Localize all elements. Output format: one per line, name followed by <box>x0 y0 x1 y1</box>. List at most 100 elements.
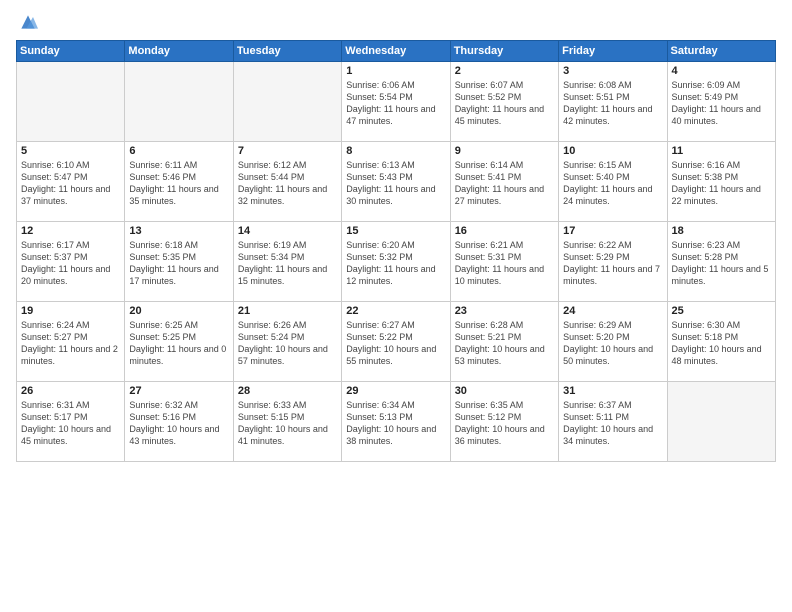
day-number: 26 <box>21 385 120 397</box>
day-info: Sunrise: 6:10 AMSunset: 5:47 PMDaylight:… <box>21 159 120 208</box>
day-info: Sunrise: 6:14 AMSunset: 5:41 PMDaylight:… <box>455 159 554 208</box>
day-info: Sunrise: 6:24 AMSunset: 5:27 PMDaylight:… <box>21 319 120 368</box>
day-number: 30 <box>455 385 554 397</box>
calendar-cell <box>667 382 775 462</box>
day-info: Sunrise: 6:29 AMSunset: 5:20 PMDaylight:… <box>563 319 662 368</box>
calendar-header-tuesday: Tuesday <box>233 41 341 62</box>
day-number: 29 <box>346 385 445 397</box>
day-number: 1 <box>346 65 445 77</box>
day-number: 18 <box>672 225 771 237</box>
day-info: Sunrise: 6:34 AMSunset: 5:13 PMDaylight:… <box>346 399 445 448</box>
day-info: Sunrise: 6:23 AMSunset: 5:28 PMDaylight:… <box>672 239 771 288</box>
day-number: 13 <box>129 225 228 237</box>
calendar-header-row: SundayMondayTuesdayWednesdayThursdayFrid… <box>17 41 776 62</box>
day-info: Sunrise: 6:28 AMSunset: 5:21 PMDaylight:… <box>455 319 554 368</box>
day-info: Sunrise: 6:13 AMSunset: 5:43 PMDaylight:… <box>346 159 445 208</box>
calendar-cell: 29 Sunrise: 6:34 AMSunset: 5:13 PMDayligh… <box>342 382 450 462</box>
day-info: Sunrise: 6:37 AMSunset: 5:11 PMDaylight:… <box>563 399 662 448</box>
day-number: 11 <box>672 145 771 157</box>
day-info: Sunrise: 6:33 AMSunset: 5:15 PMDaylight:… <box>238 399 337 448</box>
calendar-cell: 20 Sunrise: 6:25 AMSunset: 5:25 PMDayligh… <box>125 302 233 382</box>
calendar-cell: 19 Sunrise: 6:24 AMSunset: 5:27 PMDayligh… <box>17 302 125 382</box>
day-number: 21 <box>238 305 337 317</box>
day-info: Sunrise: 6:08 AMSunset: 5:51 PMDaylight:… <box>563 79 662 128</box>
calendar-cell: 23 Sunrise: 6:28 AMSunset: 5:21 PMDayligh… <box>450 302 558 382</box>
calendar-cell: 15Sunrise: 6:20 AMSunset: 5:32 PMDayligh… <box>342 222 450 302</box>
day-info: Sunrise: 6:25 AMSunset: 5:25 PMDaylight:… <box>129 319 228 368</box>
calendar-week-row: 1 Sunrise: 6:06 AMSunset: 5:54 PMDaylight… <box>17 62 776 142</box>
day-number: 27 <box>129 385 228 397</box>
calendar-cell: 2 Sunrise: 6:07 AMSunset: 5:52 PMDaylight… <box>450 62 558 142</box>
calendar-cell: 9 Sunrise: 6:14 AMSunset: 5:41 PMDaylight… <box>450 142 558 222</box>
calendar-page: SundayMondayTuesdayWednesdayThursdayFrid… <box>0 0 792 612</box>
calendar-cell: 11 Sunrise: 6:16 AMSunset: 5:38 PMDayligh… <box>667 142 775 222</box>
calendar-cell <box>17 62 125 142</box>
day-info: Sunrise: 6:26 AMSunset: 5:24 PMDaylight:… <box>238 319 337 368</box>
day-number: 25 <box>672 305 771 317</box>
calendar-cell: 4Sunrise: 6:09 AMSunset: 5:49 PMDaylight… <box>667 62 775 142</box>
day-info: Sunrise: 6:11 AMSunset: 5:46 PMDaylight:… <box>129 159 228 208</box>
day-number: 15 <box>346 225 445 237</box>
day-number: 8 <box>346 145 445 157</box>
day-number: 24 <box>563 305 662 317</box>
calendar-cell: 8 Sunrise: 6:13 AMSunset: 5:43 PMDaylight… <box>342 142 450 222</box>
calendar-header-wednesday: Wednesday <box>342 41 450 62</box>
day-number: 12 <box>21 225 120 237</box>
calendar-cell: 6 Sunrise: 6:11 AMSunset: 5:46 PMDaylight… <box>125 142 233 222</box>
calendar-cell: 22 Sunrise: 6:27 AMSunset: 5:22 PMDayligh… <box>342 302 450 382</box>
calendar-header-sunday: Sunday <box>17 41 125 62</box>
day-number: 2 <box>455 65 554 77</box>
day-info: Sunrise: 6:15 AMSunset: 5:40 PMDaylight:… <box>563 159 662 208</box>
calendar-cell: 10Sunrise: 6:15 AMSunset: 5:40 PMDayligh… <box>559 142 667 222</box>
calendar-cell: 30Sunrise: 6:35 AMSunset: 5:12 PMDayligh… <box>450 382 558 462</box>
calendar-week-row: 5Sunrise: 6:10 AMSunset: 5:47 PMDaylight… <box>17 142 776 222</box>
day-number: 28 <box>238 385 337 397</box>
logo-icon <box>18 12 38 32</box>
day-number: 19 <box>21 305 120 317</box>
day-info: Sunrise: 6:17 AMSunset: 5:37 PMDaylight:… <box>21 239 120 288</box>
header <box>16 12 776 32</box>
day-info: Sunrise: 6:27 AMSunset: 5:22 PMDaylight:… <box>346 319 445 368</box>
calendar-cell: 3Sunrise: 6:08 AMSunset: 5:51 PMDaylight… <box>559 62 667 142</box>
day-info: Sunrise: 6:21 AMSunset: 5:31 PMDaylight:… <box>455 239 554 288</box>
day-info: Sunrise: 6:16 AMSunset: 5:38 PMDaylight:… <box>672 159 771 208</box>
day-info: Sunrise: 6:18 AMSunset: 5:35 PMDaylight:… <box>129 239 228 288</box>
calendar-header-friday: Friday <box>559 41 667 62</box>
calendar-cell: 28 Sunrise: 6:33 AMSunset: 5:15 PMDayligh… <box>233 382 341 462</box>
day-info: Sunrise: 6:22 AMSunset: 5:29 PMDaylight:… <box>563 239 662 288</box>
day-number: 23 <box>455 305 554 317</box>
day-info: Sunrise: 6:32 AMSunset: 5:16 PMDaylight:… <box>129 399 228 448</box>
day-number: 22 <box>346 305 445 317</box>
calendar-cell: 24 Sunrise: 6:29 AMSunset: 5:20 PMDayligh… <box>559 302 667 382</box>
calendar-cell: 21 Sunrise: 6:26 AMSunset: 5:24 PMDayligh… <box>233 302 341 382</box>
day-number: 9 <box>455 145 554 157</box>
calendar-cell: 25 Sunrise: 6:30 AMSunset: 5:18 PMDayligh… <box>667 302 775 382</box>
calendar-cell: 12 Sunrise: 6:17 AMSunset: 5:37 PMDayligh… <box>17 222 125 302</box>
day-info: Sunrise: 6:31 AMSunset: 5:17 PMDaylight:… <box>21 399 120 448</box>
calendar-cell: 31 Sunrise: 6:37 AMSunset: 5:11 PMDayligh… <box>559 382 667 462</box>
calendar-header-saturday: Saturday <box>667 41 775 62</box>
day-number: 14 <box>238 225 337 237</box>
calendar-cell: 16 Sunrise: 6:21 AMSunset: 5:31 PMDayligh… <box>450 222 558 302</box>
day-info: Sunrise: 6:06 AMSunset: 5:54 PMDaylight:… <box>346 79 445 128</box>
day-info: Sunrise: 6:09 AMSunset: 5:49 PMDaylight:… <box>672 79 771 128</box>
calendar-cell: 26 Sunrise: 6:31 AMSunset: 5:17 PMDayligh… <box>17 382 125 462</box>
day-number: 6 <box>129 145 228 157</box>
calendar-cell: 17Sunrise: 6:22 AMSunset: 5:29 PMDayligh… <box>559 222 667 302</box>
day-info: Sunrise: 6:12 AMSunset: 5:44 PMDaylight:… <box>238 159 337 208</box>
day-number: 20 <box>129 305 228 317</box>
day-info: Sunrise: 6:07 AMSunset: 5:52 PMDaylight:… <box>455 79 554 128</box>
calendar-cell: 13 Sunrise: 6:18 AMSunset: 5:35 PMDayligh… <box>125 222 233 302</box>
calendar-header-monday: Monday <box>125 41 233 62</box>
calendar-cell <box>125 62 233 142</box>
day-info: Sunrise: 6:19 AMSunset: 5:34 PMDaylight:… <box>238 239 337 288</box>
day-number: 31 <box>563 385 662 397</box>
day-number: 7 <box>238 145 337 157</box>
calendar-week-row: 26 Sunrise: 6:31 AMSunset: 5:17 PMDayligh… <box>17 382 776 462</box>
calendar-cell <box>233 62 341 142</box>
calendar-cell: 14 Sunrise: 6:19 AMSunset: 5:34 PMDayligh… <box>233 222 341 302</box>
calendar-cell: 18 Sunrise: 6:23 AMSunset: 5:28 PMDayligh… <box>667 222 775 302</box>
day-number: 16 <box>455 225 554 237</box>
day-info: Sunrise: 6:30 AMSunset: 5:18 PMDaylight:… <box>672 319 771 368</box>
calendar-table: SundayMondayTuesdayWednesdayThursdayFrid… <box>16 40 776 462</box>
